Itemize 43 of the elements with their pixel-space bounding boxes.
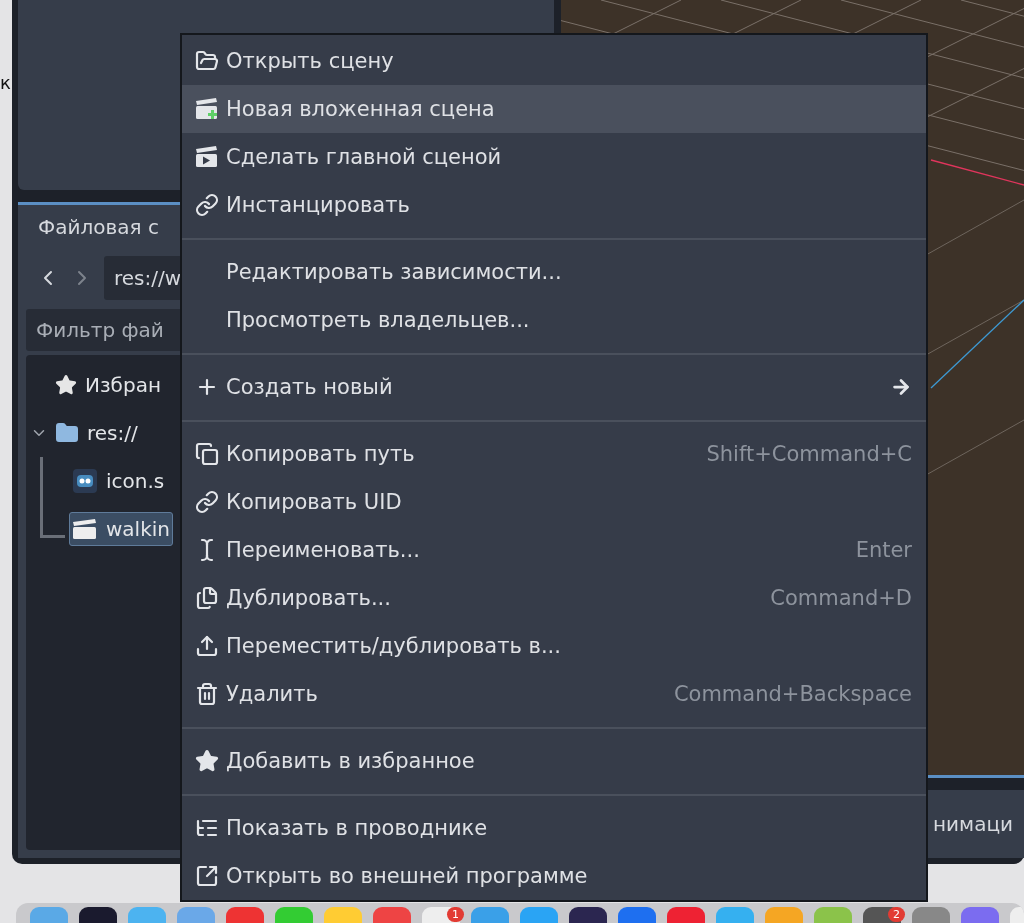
- menu-item[interactable]: Новая вложенная сцена: [182, 85, 926, 133]
- menu-item[interactable]: Открыть сцену: [182, 37, 926, 85]
- panel-tab[interactable]: нимаци: [933, 812, 1014, 836]
- menu-item[interactable]: Переименовать... Enter: [182, 526, 926, 574]
- star-icon: [195, 749, 219, 773]
- tree-item[interactable]: Избран: [52, 368, 164, 402]
- menu-item[interactable]: Сделать главной сценой: [182, 133, 926, 181]
- external-link-icon: [195, 864, 219, 888]
- clapperboard-plus-icon: [194, 97, 220, 121]
- shortcut-label: Shift+Command+C: [706, 442, 912, 466]
- window-edge-text: к: [0, 72, 12, 93]
- menu-item[interactable]: Открыть во внешней программе: [182, 852, 926, 900]
- robot-icon: [72, 468, 98, 494]
- menu-item[interactable]: Дублировать... Command+D: [182, 574, 926, 622]
- menu-item[interactable]: Добавить в избранное: [182, 737, 926, 785]
- copy-icon: [195, 442, 219, 466]
- menu-item[interactable]: Редактировать зависимости...: [182, 248, 926, 296]
- folder-icon: [195, 49, 219, 73]
- menu-item[interactable]: Инстанцировать: [182, 181, 926, 229]
- tree-item[interactable]: res://: [52, 416, 141, 450]
- folder-icon: [55, 421, 79, 445]
- link-icon: [195, 193, 219, 217]
- tree-item[interactable]: icon.s: [69, 463, 168, 499]
- menu-item[interactable]: Копировать путь Shift+Command+C: [182, 430, 926, 478]
- link-icon: [195, 490, 219, 514]
- menu-item[interactable]: Переместить/дублировать в...: [182, 622, 926, 670]
- shortcut-label: Enter: [855, 538, 912, 562]
- clapperboard-play-icon: [194, 145, 220, 169]
- menu-item[interactable]: Просмотреть владельцев...: [182, 296, 926, 344]
- menu-item[interactable]: Создать новый: [182, 363, 926, 411]
- shortcut-label: Command+D: [770, 586, 912, 610]
- files-icon: [195, 586, 219, 610]
- clapperboard-icon: [72, 518, 98, 540]
- menu-item[interactable]: Удалить Command+Backspace: [182, 670, 926, 718]
- menu-item[interactable]: Копировать UID: [182, 478, 926, 526]
- tree-item[interactable]: walkin: [69, 512, 173, 546]
- trash-icon: [195, 682, 219, 706]
- shortcut-label: Command+Backspace: [673, 682, 912, 706]
- notification-badge: 1: [447, 907, 464, 922]
- notification-badge: 2: [888, 907, 905, 922]
- menu-item[interactable]: Показать в проводнике: [182, 804, 926, 852]
- star-icon: [55, 374, 77, 396]
- upload-icon: [195, 634, 219, 658]
